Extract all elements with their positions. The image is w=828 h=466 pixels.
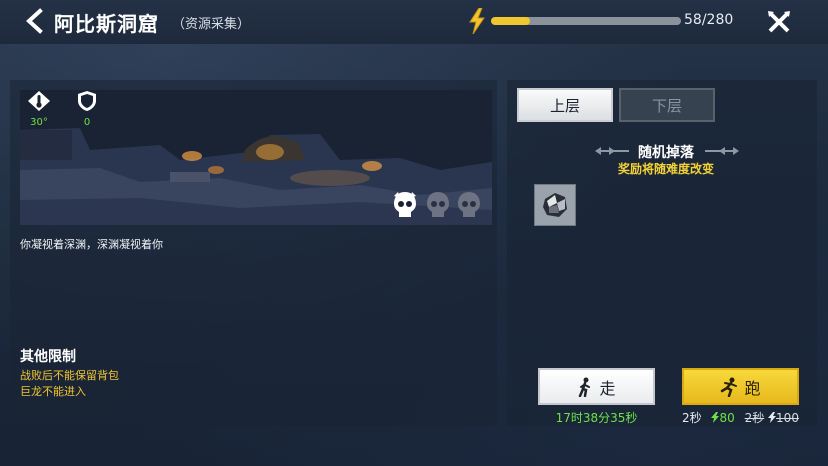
drop-item-slot[interactable] <box>534 184 576 226</box>
run-button-label: 跑 <box>744 378 761 398</box>
skull-icon-inactive <box>427 192 449 217</box>
run-original-energy-cost: 100 <box>776 411 799 425</box>
page-subtitle: （资源采集） <box>172 17 251 32</box>
drops-subtitle: 奖励将随难度改变 <box>617 162 714 176</box>
energy-bar-fill <box>491 17 531 25</box>
run-duration: 2秒 <box>682 411 702 425</box>
defense-stat: 0 <box>74 90 100 128</box>
crossed-swords-icon[interactable] <box>766 9 792 35</box>
run-button[interactable]: 跑 <box>682 368 799 405</box>
lightning-icon <box>768 412 777 423</box>
walk-button-label: 走 <box>599 378 616 398</box>
ore-icon <box>543 193 567 217</box>
ornament-right-icon <box>705 147 739 155</box>
walk-duration: 17时38分35秒 <box>555 411 638 425</box>
restriction-item: 巨龙不能进入 <box>20 385 86 398</box>
run-original-duration: 2秒 <box>744 411 765 425</box>
restrictions-title: 其他限制 <box>20 349 76 365</box>
restriction-item: 战败后不能保留背包 <box>20 369 119 382</box>
running-person-icon <box>721 377 738 397</box>
energy-bar <box>491 17 681 25</box>
temperature-value: 30° <box>30 117 48 128</box>
defense-value: 0 <box>83 117 91 128</box>
dungeon-description: 你凝视着深渊，深渊凝视着你 <box>20 238 163 251</box>
tab-upper-floor[interactable]: 上层 <box>517 88 613 122</box>
page-title: 阿比斯洞窟 <box>54 12 159 36</box>
walk-button[interactable]: 走 <box>538 368 655 405</box>
back-arrow-icon[interactable] <box>22 8 48 34</box>
lightning-icon <box>469 8 485 34</box>
energy-count: 58/280 <box>684 12 734 28</box>
tab-lower-floor[interactable]: 下层 <box>619 88 715 122</box>
temperature-stat: 30° <box>26 90 52 128</box>
run-cost-info: 2秒 80 2秒 100 <box>682 409 799 426</box>
run-energy-cost: 80 <box>719 411 735 425</box>
walking-person-icon <box>579 377 591 397</box>
shield-icon <box>78 91 96 111</box>
thermometer-icon <box>28 91 50 111</box>
skull-icon-inactive <box>458 192 480 217</box>
skull-icon-active <box>394 192 416 217</box>
